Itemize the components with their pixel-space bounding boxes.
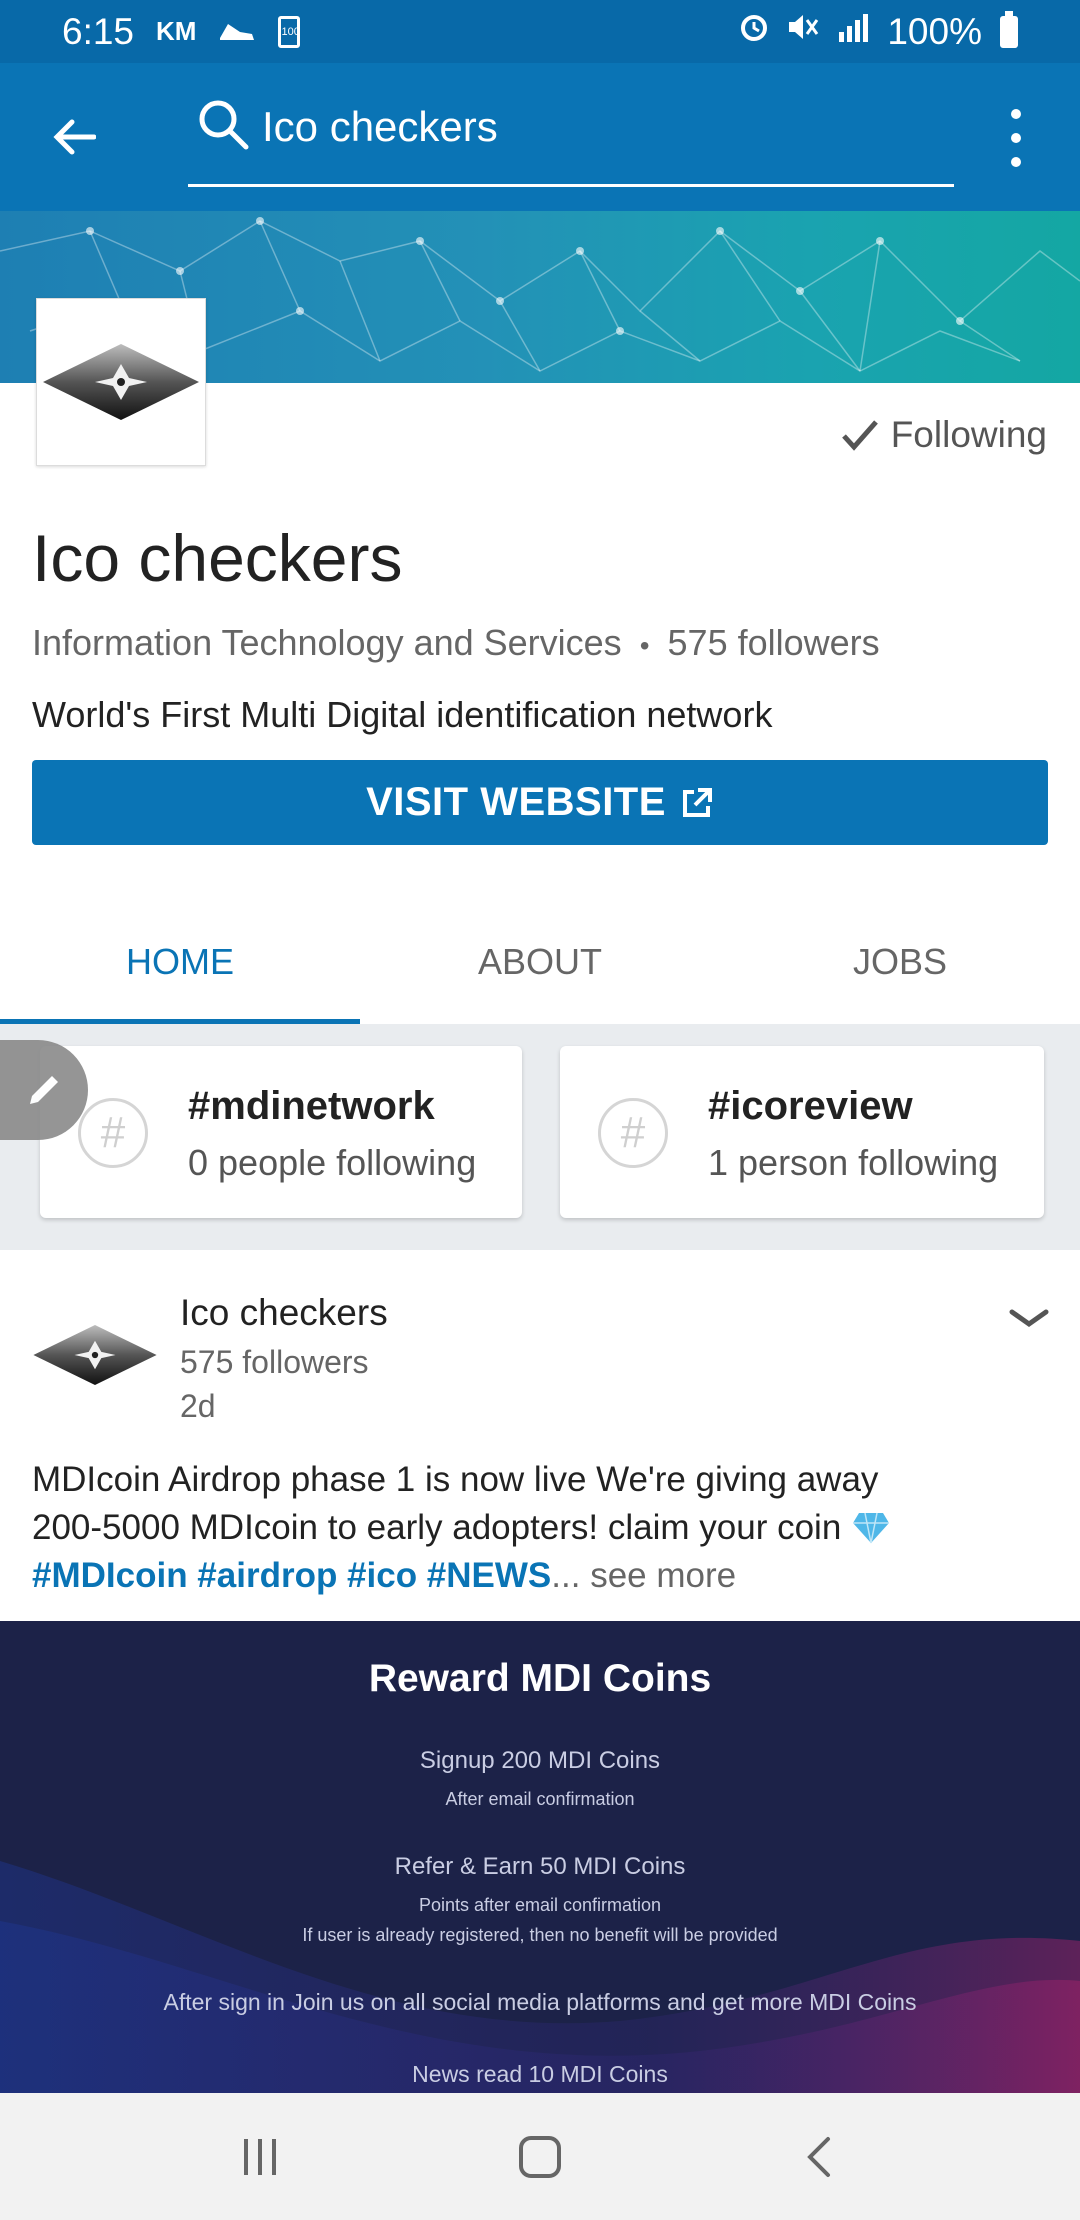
search-icon	[199, 100, 249, 150]
check-icon	[841, 420, 878, 451]
hashtag-following: 1 person following	[708, 1142, 999, 1183]
chevron-left-icon	[807, 2136, 830, 2177]
hashtag-card[interactable]: # #icoreview 1 person following	[560, 1046, 1044, 1218]
post-author-name[interactable]: Ico checkers	[180, 1292, 388, 1334]
image-line: If user is already registered, then no b…	[302, 1925, 778, 1945]
image-line: Points after email confirmation	[418, 1895, 662, 1915]
back-nav-button[interactable]	[780, 2117, 860, 2197]
image-line: After email confirmation	[445, 1789, 635, 1809]
image-line: Signup 200 MDI Coins	[419, 1747, 661, 1774]
status-right: 100%	[737, 10, 1018, 53]
post-hashtags[interactable]: #MDIcoin #airdrop #ico #NEWS	[32, 1556, 551, 1595]
post-timestamp: 2d	[180, 1388, 216, 1424]
tab-about[interactable]: ABOUT	[360, 900, 720, 1024]
system-nav-bar	[0, 2093, 1080, 2220]
image-line: After sign in Join us on all social medi…	[163, 1989, 917, 2015]
ico-checkers-logo	[33, 1325, 157, 1385]
shoe-icon	[218, 11, 256, 53]
following-button[interactable]: Following	[841, 414, 1047, 456]
image-line: News read 10 MDI Coins	[412, 2061, 668, 2087]
chevron-down-icon[interactable]	[1004, 1298, 1054, 1338]
home-icon	[519, 2135, 561, 2178]
gem-icon	[853, 1512, 890, 1544]
hashtag-title: #mdinetwork	[188, 1084, 435, 1128]
post-text-line: MDIcoin Airdrop phase 1 is now live We'r…	[32, 1460, 879, 1499]
tab-jobs[interactable]: JOBS	[720, 900, 1080, 1024]
post-text: MDIcoin Airdrop phase 1 is now live We'r…	[32, 1456, 1052, 1600]
meta-separator: •	[639, 630, 650, 661]
home-button[interactable]	[500, 2117, 580, 2197]
battery-icon	[1000, 10, 1018, 48]
post-author-logo[interactable]	[32, 1315, 158, 1395]
recents-button[interactable]	[220, 2117, 300, 2197]
hashtag-following: 0 people following	[188, 1142, 477, 1183]
tab-home[interactable]: HOME	[0, 900, 360, 1024]
pencil-icon	[30, 1076, 58, 1104]
company-tabs: HOME ABOUT JOBS	[0, 900, 1080, 1024]
post-text-line: 200-5000 MDIcoin to early adopters! clai…	[32, 1508, 842, 1547]
company-logo	[36, 298, 206, 466]
lte-signal-icon	[833, 10, 873, 53]
hashtag-icon: #	[78, 1098, 148, 1168]
battery-100-icon: 100	[278, 15, 301, 48]
hashtag-title: #icoreview	[708, 1084, 913, 1128]
post-text-line-2: 200-5000 MDIcoin to early adopters! clai…	[32, 1504, 1052, 1552]
battery-percent: 100%	[887, 10, 982, 52]
company-meta: Information Technology and Services • 57…	[32, 622, 880, 664]
alarm-icon	[737, 10, 771, 53]
image-title: Reward MDI Coins	[368, 1657, 712, 1700]
hashtag-icon: #	[598, 1098, 668, 1168]
following-label: Following	[890, 414, 1047, 455]
recents-icon	[244, 2138, 276, 2175]
km-icon: KM	[156, 16, 197, 46]
company-name: Ico checkers	[32, 521, 403, 595]
post-image[interactable]: Reward MDI Coins Signup 200 MDI Coins Af…	[0, 1621, 1080, 2093]
status-bar: 6:15 KM 100 100%	[0, 0, 1080, 63]
hashtag-area: # #mdinetwork 0 people following # #icor…	[0, 1024, 1080, 1250]
post-ellipsis: ...	[551, 1556, 581, 1595]
company-tagline: World's First Multi Digital identificati…	[32, 694, 773, 735]
overflow-menu-button[interactable]	[994, 103, 1038, 173]
visit-website-label: VISIT WEBSITE	[366, 780, 666, 824]
post-author-followers: 575 followers	[180, 1344, 369, 1380]
see-more-link[interactable]: see more	[590, 1556, 736, 1595]
company-followers: 575 followers	[667, 622, 880, 663]
hashtag-card[interactable]: # #mdinetwork 0 people following	[40, 1046, 522, 1218]
search-field[interactable]: Ico checkers	[188, 93, 954, 187]
company-industry: Information Technology and Services	[32, 622, 622, 663]
ico-checkers-logo	[43, 344, 199, 420]
status-left: 6:15 KM 100	[62, 10, 301, 53]
post-hashtags-line: #MDIcoin #airdrop #ico #NEWS... see more	[32, 1552, 1052, 1600]
visit-website-button[interactable]: VISIT WEBSITE	[32, 760, 1048, 845]
search-input[interactable]: Ico checkers	[262, 103, 498, 151]
back-button[interactable]	[42, 105, 106, 169]
app-bar: Ico checkers	[0, 63, 1080, 211]
status-time: 6:15	[62, 10, 135, 52]
arrow-left-icon	[53, 119, 96, 155]
image-line: Refer & Earn 50 MDI Coins	[394, 1853, 686, 1880]
mute-icon	[785, 10, 819, 53]
external-link-icon	[682, 787, 712, 817]
